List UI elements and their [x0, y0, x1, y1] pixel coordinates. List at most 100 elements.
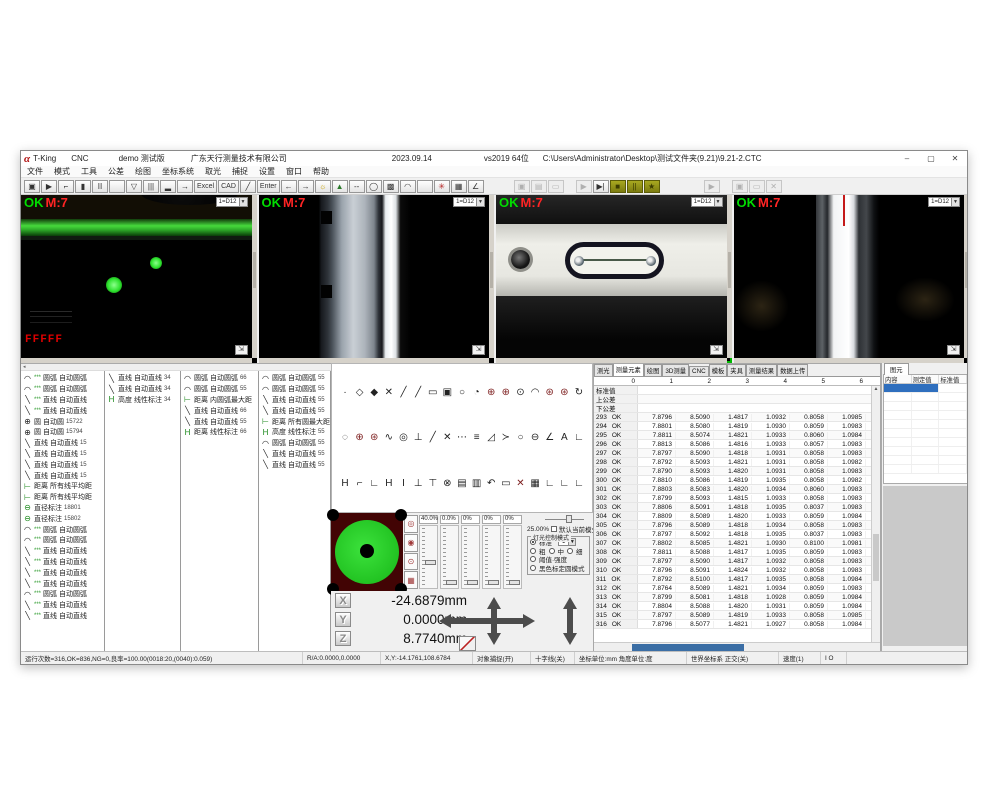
- table-row[interactable]: 293OK7.87968.50901.48171.09320.80581.098…: [594, 413, 880, 422]
- table-row[interactable]: 301OK7.88038.50831.48201.09340.80601.098…: [594, 485, 880, 494]
- tool-icon[interactable]: ✕: [440, 431, 454, 445]
- detail-row[interactable]: [884, 402, 967, 411]
- tab-CNC[interactable]: CNC: [689, 366, 709, 376]
- slider-track[interactable]: [419, 525, 438, 589]
- list-item[interactable]: ⊕圆 自动圆15794: [21, 427, 104, 438]
- list-item[interactable]: ◠***圆弧 自动圆弧: [21, 524, 104, 535]
- dark-button[interactable]: ▮: [75, 180, 91, 193]
- tool-icon[interactable]: ⊙: [514, 386, 528, 400]
- dither-button[interactable]: ▦: [451, 180, 467, 193]
- radio-标准[interactable]: [530, 539, 536, 545]
- radio-黑色标定圆模式[interactable]: [530, 565, 536, 571]
- enter-button[interactable]: Enter: [257, 180, 280, 193]
- tool-icon[interactable]: H: [338, 476, 352, 490]
- table-row[interactable]: 314OK7.88048.50881.48201.09310.80591.098…: [594, 602, 880, 611]
- light-ring-center[interactable]: [360, 544, 374, 558]
- tool-icon[interactable]: ⊥: [411, 476, 425, 490]
- table-row[interactable]: 304OK7.88098.50891.48201.09330.80591.098…: [594, 512, 880, 521]
- list-item[interactable]: ◠***圆弧 自动圆弧: [21, 384, 104, 395]
- menu-模式[interactable]: 模式: [54, 166, 70, 177]
- tool-icon[interactable]: ⊕: [353, 431, 367, 445]
- tool-icon[interactable]: ∟: [572, 431, 586, 445]
- tool-icon[interactable]: ✕: [514, 476, 528, 490]
- camera-pane-2[interactable]: OKM:7 1=D12▼ ⇲: [259, 195, 495, 363]
- diagonal-move-button[interactable]: [459, 636, 476, 651]
- left-arrow-button[interactable]: ←: [281, 180, 297, 193]
- tool-icon[interactable]: ∟: [543, 476, 557, 490]
- tab-绘图[interactable]: 绘图: [644, 364, 663, 376]
- table-row[interactable]: 307OK7.88028.50851.48211.09300.81001.098…: [594, 539, 880, 548]
- tool-icon[interactable]: ⊛: [557, 386, 571, 400]
- tool-icon[interactable]: ⋯: [455, 431, 469, 445]
- resize-handle[interactable]: ⇲: [235, 345, 248, 355]
- tool-icon[interactable]: ▭: [499, 476, 513, 490]
- camera-selector[interactable]: 1=D12▼: [216, 197, 248, 207]
- table-row[interactable]: 305OK7.87968.50891.48181.09340.80581.098…: [594, 521, 880, 530]
- tool-icon[interactable]: ▣: [440, 386, 454, 400]
- tab-element[interactable]: 图元: [884, 363, 909, 375]
- camera-vscrollbar[interactable]: [727, 195, 732, 358]
- list-item[interactable]: ╲***直线 自动直线: [21, 405, 104, 416]
- resize-handle[interactable]: ⇲: [947, 345, 960, 355]
- chevron-down-icon[interactable]: ▼: [714, 198, 722, 206]
- tool-icon[interactable]: ╱: [426, 431, 440, 445]
- list-item[interactable]: ⊢距离 所有线平均距: [21, 481, 104, 492]
- table-row[interactable]: 300OK7.88108.50861.48191.09350.80581.098…: [594, 476, 880, 485]
- list-item[interactable]: ◠圆弧 自动圆弧55: [259, 373, 330, 384]
- detail-row[interactable]: [884, 429, 967, 438]
- light-ring-button[interactable]: ⊙: [404, 553, 418, 571]
- list-item[interactable]: ╲直线 自动直线55: [259, 405, 330, 416]
- detail-row[interactable]: [884, 393, 967, 402]
- tolerance-row[interactable]: 下公差: [594, 404, 880, 413]
- columns-button[interactable]: II: [92, 180, 108, 193]
- list-item[interactable]: ⊢距离 所有圆最大距: [259, 416, 330, 427]
- tool-icon[interactable]: ⊤: [426, 476, 440, 490]
- light-slider[interactable]: 0%: [482, 515, 501, 589]
- radio-中[interactable]: [549, 548, 555, 554]
- tool-icon[interactable]: ↶: [484, 476, 498, 490]
- list-item[interactable]: ◠圆弧 自动圆弧66: [181, 373, 258, 384]
- feature-list-hscrollbar[interactable]: ◂: [21, 364, 331, 371]
- dashes-button[interactable]: --: [349, 180, 365, 193]
- detail-row[interactable]: [884, 384, 967, 393]
- table-row[interactable]: 298OK7.87928.50931.48211.09310.80581.098…: [594, 458, 880, 467]
- list-item[interactable]: ◠***圆弧 自动圆弧: [21, 589, 104, 600]
- slider-thumb[interactable]: [467, 580, 478, 585]
- tool-icon[interactable]: ✕: [382, 386, 396, 400]
- menu-设置[interactable]: 设置: [259, 166, 275, 177]
- chart-button[interactable]: ∠: [468, 180, 484, 193]
- table-row[interactable]: 310OK7.87968.50911.48241.09320.80581.098…: [594, 566, 880, 575]
- detail-row[interactable]: [884, 438, 967, 447]
- draw-line-button[interactable]: ╱: [240, 180, 256, 193]
- tool-icon[interactable]: ◿: [484, 431, 498, 445]
- tab-夹具[interactable]: 夹具: [727, 364, 746, 376]
- selected-cell[interactable]: [884, 384, 939, 392]
- list-item[interactable]: H高度 线性标注34: [105, 395, 180, 406]
- cad-button[interactable]: CAD: [218, 180, 239, 193]
- tool-icon[interactable]: ╱: [397, 386, 411, 400]
- tool-icon[interactable]: ▦: [528, 476, 542, 490]
- run-button[interactable]: ★: [644, 180, 660, 193]
- tool-x-button[interactable]: ✕: [766, 180, 782, 193]
- bars-button[interactable]: |||: [143, 180, 159, 193]
- list-item[interactable]: ⊖直径标注18801: [21, 503, 104, 514]
- menu-捕捉[interactable]: 捕捉: [232, 166, 248, 177]
- list-item[interactable]: ╲直线 自动直线34: [105, 373, 180, 384]
- table-row[interactable]: 303OK7.88068.50911.48181.09350.80371.098…: [594, 503, 880, 512]
- right-arrow-button[interactable]: →: [298, 180, 314, 193]
- table-vscrollbar[interactable]: ▲: [871, 386, 880, 642]
- menu-取光[interactable]: 取光: [205, 166, 221, 177]
- tool-icon[interactable]: H: [382, 476, 396, 490]
- detail-row[interactable]: [884, 465, 967, 474]
- checker-button[interactable]: ▩: [383, 180, 399, 193]
- list-item[interactable]: ╲直线 自动直线55: [259, 459, 330, 470]
- close-button[interactable]: ✕: [943, 151, 967, 166]
- tool-icon[interactable]: ◌: [338, 431, 352, 445]
- slider-track[interactable]: [440, 525, 459, 589]
- tool-icon[interactable]: ·: [338, 386, 352, 400]
- minimize-button[interactable]: –: [895, 151, 919, 166]
- list-item[interactable]: ⊕圆 自动圆15722: [21, 416, 104, 427]
- tool-icon[interactable]: ⊛: [543, 386, 557, 400]
- hscroll-thumb[interactable]: [632, 644, 744, 651]
- camera-vscrollbar[interactable]: [489, 195, 494, 358]
